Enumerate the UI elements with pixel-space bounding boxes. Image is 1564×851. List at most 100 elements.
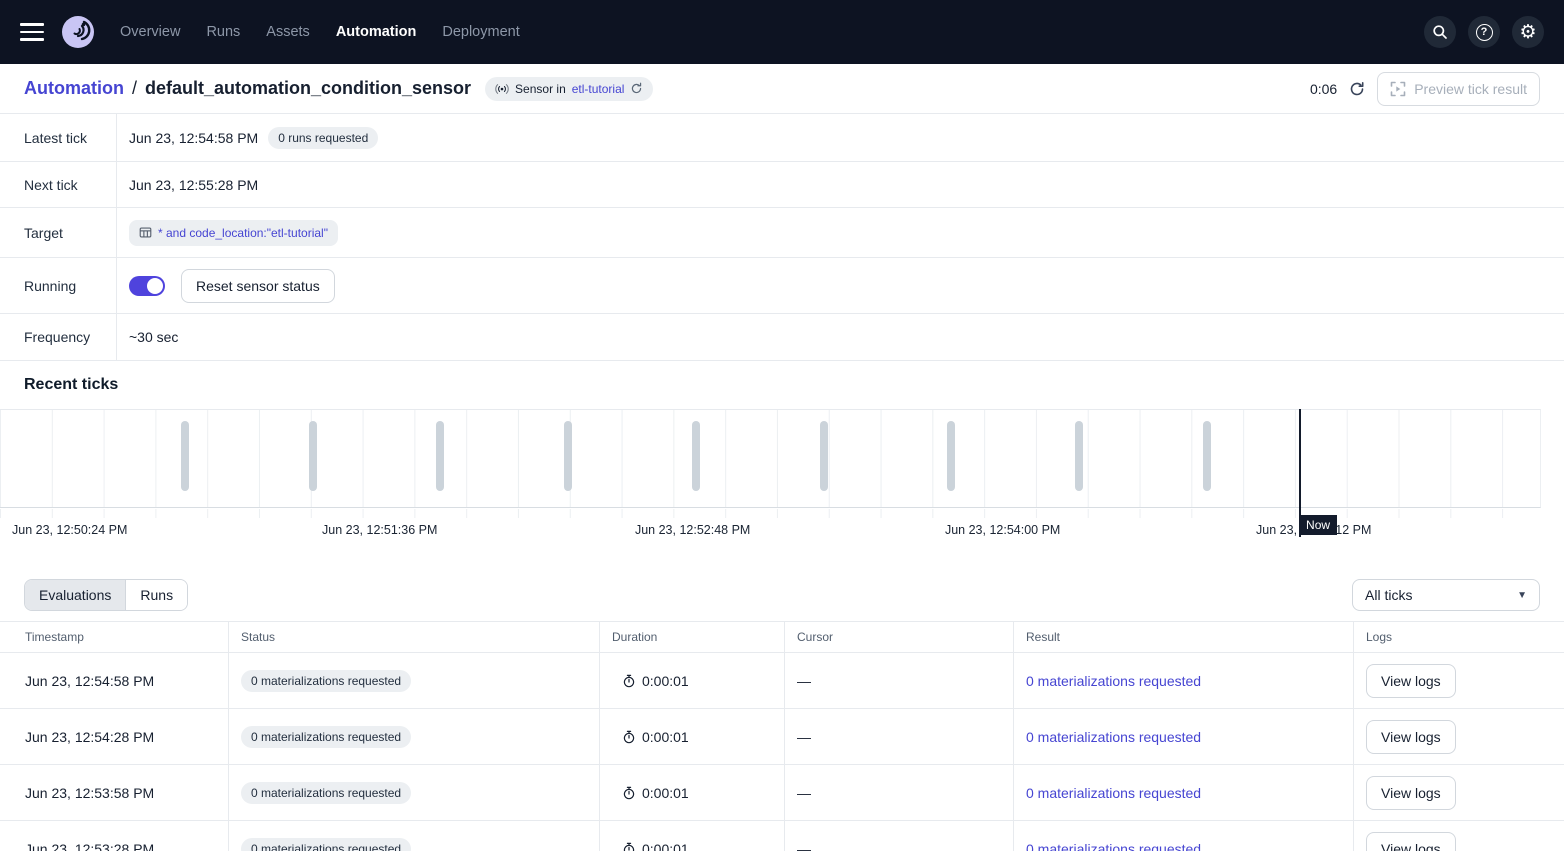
stopwatch-icon: [622, 842, 636, 851]
stopwatch-icon: [622, 786, 636, 800]
stopwatch-icon: [622, 674, 636, 688]
sensor-badge-prefix: Sensor in: [515, 82, 566, 96]
code-location-link[interactable]: etl-tutorial: [572, 82, 625, 96]
tick-timeline: Now Jun 23, 12:50:24 PMJun 23, 12:51:36 …: [0, 409, 1564, 557]
col-cursor: Cursor: [785, 622, 1014, 652]
view-logs-button[interactable]: View logs: [1366, 664, 1456, 698]
result-link[interactable]: 0 materializations requested: [1026, 785, 1201, 801]
col-logs: Logs: [1354, 622, 1564, 652]
search-icon: [1432, 24, 1448, 40]
target-selection-text: * and code_location:"etl-tutorial": [158, 226, 328, 240]
table-row: Jun 23, 12:53:28 PM 0 materializations r…: [0, 821, 1564, 851]
next-tick-value: Jun 23, 12:55:28 PM: [129, 177, 258, 193]
col-timestamp: Timestamp: [0, 622, 229, 652]
search-button[interactable]: [1424, 16, 1456, 48]
target-selection-badge[interactable]: * and code_location:"etl-tutorial": [129, 220, 338, 246]
frequency-row: Frequency ~30 sec: [0, 313, 1564, 360]
tick-bar[interactable]: [820, 421, 828, 491]
gear-icon: ⚙: [1519, 23, 1536, 42]
ticks-toolbar: Evaluations Runs All ticks ▼: [0, 557, 1564, 621]
frequency-value: ~30 sec: [129, 329, 178, 345]
cell-timestamp: Jun 23, 12:53:58 PM: [0, 765, 229, 820]
cell-timestamp: Jun 23, 12:53:28 PM: [0, 821, 229, 851]
duration-value: 0:00:01: [642, 729, 689, 745]
status-badge: 0 materializations requested: [241, 670, 411, 692]
view-logs-button[interactable]: View logs: [1366, 832, 1456, 851]
chevron-down-icon: ▼: [1517, 590, 1527, 601]
duration-value: 0:00:01: [642, 673, 689, 689]
status-badge: 0 materializations requested: [241, 726, 411, 748]
tick-bar[interactable]: [947, 421, 955, 491]
reload-location-icon[interactable]: [630, 82, 643, 95]
view-logs-button[interactable]: View logs: [1366, 776, 1456, 810]
tick-bar[interactable]: [436, 421, 444, 491]
settings-button[interactable]: ⚙: [1512, 16, 1544, 48]
preview-tick-result-button[interactable]: Preview tick result: [1377, 72, 1540, 106]
tick-grid: [0, 409, 1541, 508]
running-row: Running Reset sensor status: [0, 257, 1564, 313]
tick-bar[interactable]: [1075, 421, 1083, 491]
tick-bar[interactable]: [564, 421, 572, 491]
nav-item-runs[interactable]: Runs: [206, 24, 240, 40]
table-row: Jun 23, 12:54:58 PM 0 materializations r…: [0, 653, 1564, 709]
result-link[interactable]: 0 materializations requested: [1026, 673, 1201, 689]
running-toggle[interactable]: [129, 276, 165, 296]
nav-item-deployment[interactable]: Deployment: [442, 24, 519, 40]
result-link[interactable]: 0 materializations requested: [1026, 841, 1201, 851]
help-icon: ?: [1476, 24, 1493, 41]
cell-timestamp: Jun 23, 12:54:28 PM: [0, 709, 229, 764]
breadcrumb-separator: /: [132, 78, 137, 99]
page-header: Automation / default_automation_conditio…: [0, 64, 1564, 113]
cursor-value: —: [785, 821, 1014, 851]
result-link[interactable]: 0 materializations requested: [1026, 729, 1201, 745]
recent-ticks-title: Recent ticks: [24, 376, 118, 394]
axis-label: Jun 23, 12:54:00 PM: [945, 521, 1061, 539]
tick-bar[interactable]: [1203, 421, 1211, 491]
breadcrumb-automation-link[interactable]: Automation: [24, 78, 124, 99]
tick-bar[interactable]: [181, 421, 189, 491]
latest-tick-value: Jun 23, 12:54:58 PM: [129, 130, 258, 146]
latest-tick-runs-badge: 0 runs requested: [268, 127, 378, 149]
target-label: Target: [0, 208, 117, 257]
tick-filter-select[interactable]: All ticks ▼: [1352, 579, 1540, 611]
col-result: Result: [1014, 622, 1354, 652]
sensor-location-badge: Sensor in etl-tutorial: [485, 77, 653, 101]
view-segmented-control: Evaluations Runs: [24, 579, 188, 611]
help-button[interactable]: ?: [1468, 16, 1500, 48]
cursor-value: —: [785, 709, 1014, 764]
tick-bar[interactable]: [309, 421, 317, 491]
frequency-label: Frequency: [0, 314, 117, 360]
tick-bar[interactable]: [692, 421, 700, 491]
stopwatch-icon: [622, 730, 636, 744]
dagster-logo[interactable]: [60, 14, 96, 50]
nav-item-overview[interactable]: Overview: [120, 24, 180, 40]
view-logs-button[interactable]: View logs: [1366, 720, 1456, 754]
preview-tick-label: Preview tick result: [1414, 81, 1527, 97]
tick-filter-value: All ticks: [1365, 587, 1412, 603]
refresh-button[interactable]: [1349, 81, 1365, 97]
refresh-countdown: 0:06: [1310, 81, 1337, 97]
table-row: Jun 23, 12:54:28 PM 0 materializations r…: [0, 709, 1564, 765]
nav-item-automation[interactable]: Automation: [336, 24, 417, 40]
latest-tick-label: Latest tick: [0, 114, 117, 161]
running-label: Running: [0, 258, 117, 313]
duration-value: 0:00:01: [642, 841, 689, 851]
latest-tick-row: Latest tick Jun 23, 12:54:58 PM 0 runs r…: [0, 113, 1564, 161]
primary-nav: Overview Runs Assets Automation Deployme…: [120, 24, 520, 40]
axis-label: Jun 23, 12:50:24 PM: [12, 521, 128, 539]
sensor-details: Latest tick Jun 23, 12:54:58 PM 0 runs r…: [0, 113, 1564, 360]
cell-timestamp: Jun 23, 12:54:58 PM: [0, 653, 229, 708]
menu-icon[interactable]: [20, 23, 44, 41]
table-header: Timestamp Status Duration Cursor Result …: [0, 621, 1564, 653]
tab-runs[interactable]: Runs: [125, 580, 187, 610]
next-tick-row: Next tick Jun 23, 12:55:28 PM: [0, 161, 1564, 207]
target-row: Target * and code_location:"etl-tutorial…: [0, 207, 1564, 257]
recent-ticks-header: Recent ticks: [0, 360, 1564, 409]
tab-evaluations[interactable]: Evaluations: [25, 580, 125, 610]
nav-item-assets[interactable]: Assets: [266, 24, 310, 40]
axis-label: Jun 23, 12:51:36 PM: [322, 521, 438, 539]
toggle-knob: [147, 278, 163, 294]
status-badge: 0 materializations requested: [241, 782, 411, 804]
evaluations-table: Timestamp Status Duration Cursor Result …: [0, 621, 1564, 851]
reset-sensor-status-button[interactable]: Reset sensor status: [181, 269, 335, 303]
